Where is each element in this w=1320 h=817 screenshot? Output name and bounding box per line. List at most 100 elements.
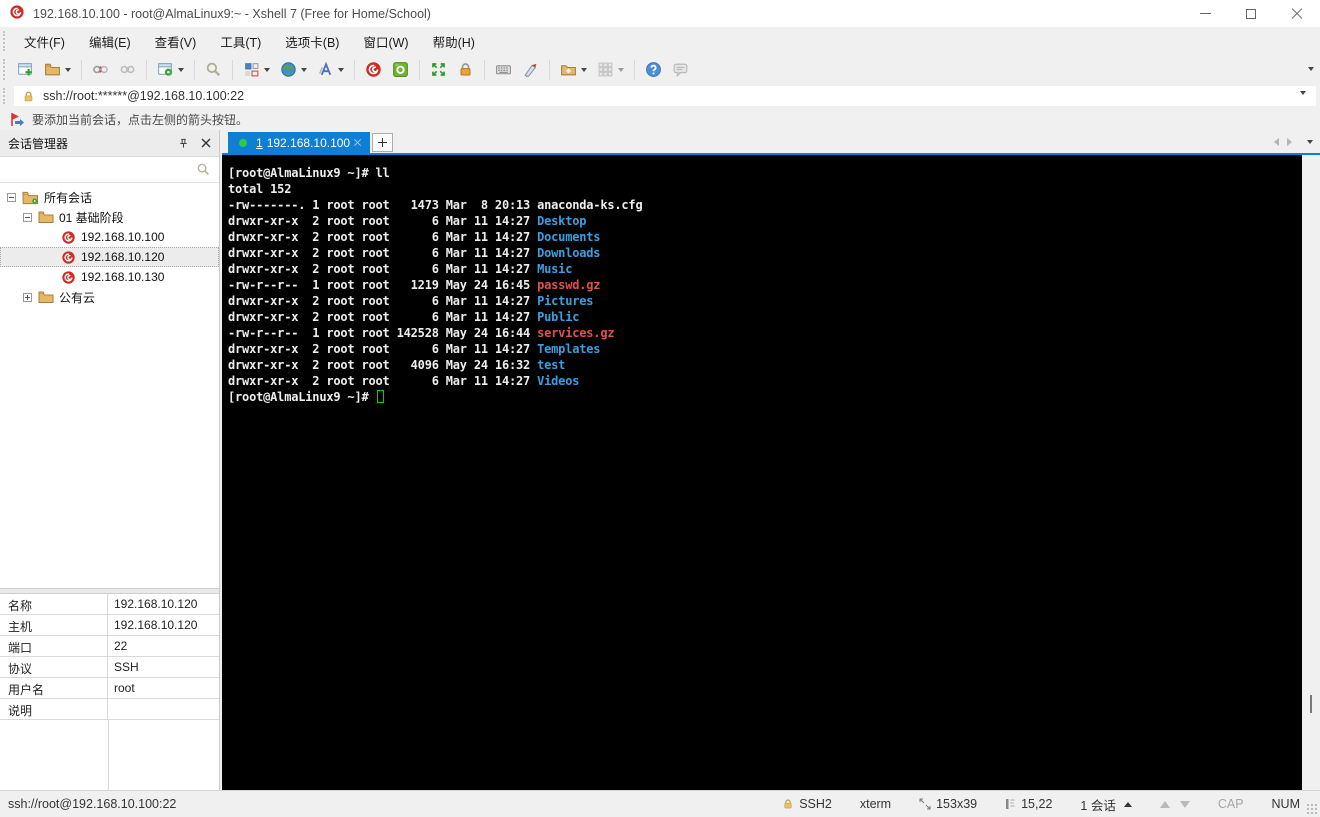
tree-item-session-130[interactable]: 192.168.10.130: [0, 267, 219, 287]
collapse-icon[interactable]: [23, 212, 32, 222]
menu-file[interactable]: 文件(F): [12, 28, 77, 55]
status-terminal-type[interactable]: xterm: [846, 797, 905, 811]
virtual-keyboard-button[interactable]: [492, 58, 515, 81]
encoding-button[interactable]: [277, 58, 310, 81]
session-manager-header: 会话管理器: [0, 130, 219, 157]
chat-bubble-icon: [673, 63, 688, 78]
hint-flag-icon: [11, 112, 24, 126]
close-panel-button[interactable]: [196, 133, 216, 153]
tab-close-icon[interactable]: [353, 138, 362, 147]
resize-icon: [919, 798, 931, 810]
connected-status-icon: [239, 138, 247, 147]
status-screen-size[interactable]: 153x39: [905, 797, 991, 811]
collapse-icon[interactable]: [7, 192, 16, 202]
compose-button[interactable]: [519, 58, 542, 81]
xshell-icon: [366, 62, 381, 77]
feedback-button[interactable]: [669, 58, 692, 81]
scroll-down-icon[interactable]: [1179, 800, 1190, 808]
toolbar-drag-handle[interactable]: [3, 88, 6, 104]
chevron-down-icon[interactable]: [581, 67, 587, 72]
menu-window[interactable]: 窗口(W): [351, 28, 420, 55]
scrollbar-thumb[interactable]: [1310, 695, 1312, 713]
tree-item-all-sessions[interactable]: 所有会话: [0, 187, 219, 207]
session-list-popup-icon[interactable]: [1123, 801, 1132, 807]
close-button[interactable]: [1274, 0, 1320, 27]
lock-screen-button[interactable]: [454, 58, 477, 81]
screen-grid-button[interactable]: [594, 58, 627, 81]
menu-edit[interactable]: 编辑(E): [77, 28, 143, 55]
font-button[interactable]: [314, 58, 347, 81]
terminal-line: drwxr-xr-x 2 root root 6 Mar 11 14:27 Vi…: [228, 374, 580, 388]
property-row: 用户名 root: [0, 678, 219, 699]
disconnect-button[interactable]: [89, 58, 112, 81]
tree-item-group-basic[interactable]: 01 基础阶段: [0, 207, 219, 227]
menu-tools[interactable]: 工具(T): [208, 28, 273, 55]
property-value: root: [114, 681, 135, 695]
toolbar-separator: [549, 59, 550, 80]
menu-tab[interactable]: 选项卡(B): [273, 28, 351, 55]
chevron-down-icon[interactable]: [338, 67, 344, 72]
directory-name: Downloads: [537, 246, 601, 260]
grid-divider: [108, 720, 109, 790]
toolbar-separator: [194, 59, 195, 80]
chevron-down-icon[interactable]: [178, 67, 184, 72]
tab-bar: 1 192.168.10.100: [222, 130, 1320, 153]
expand-icon[interactable]: [23, 292, 32, 302]
find-button[interactable]: [202, 58, 225, 81]
tab-scroll-left-icon[interactable]: [1274, 138, 1279, 146]
menu-view[interactable]: 查看(V): [143, 28, 209, 55]
minimize-button[interactable]: [1182, 0, 1228, 27]
terminal-scrollbar[interactable]: [1302, 155, 1320, 790]
open-session-button[interactable]: [41, 58, 74, 81]
status-session-count[interactable]: 1 会话: [1066, 795, 1145, 814]
tab-session-active[interactable]: 1 192.168.10.100: [228, 132, 370, 153]
address-dropdown-icon[interactable]: [1300, 91, 1306, 95]
globe-icon: [281, 62, 296, 77]
chevron-down-icon[interactable]: [264, 67, 270, 72]
pin-panel-button[interactable]: [173, 133, 193, 153]
tree-item-session-100[interactable]: 192.168.10.100: [0, 227, 219, 247]
scroll-up-icon[interactable]: [1159, 800, 1170, 808]
maximize-button[interactable]: [1228, 0, 1274, 27]
tree-item-label: 192.168.10.120: [81, 250, 165, 264]
help-button[interactable]: [642, 58, 665, 81]
reconnect-button[interactable]: [116, 58, 139, 81]
session-properties-button[interactable]: [154, 58, 187, 81]
terminal-line: drwxr-xr-x 2 root root 6 Mar 11 14:27 Do…: [228, 246, 601, 260]
address-input[interactable]: ssh://root:******@192.168.10.100:22: [14, 86, 1316, 106]
session-properties-grid: 名称 192.168.10.120 主机 192.168.10.120 端口 2…: [0, 594, 219, 790]
tree-item-group-cloud[interactable]: 公有云: [0, 287, 219, 307]
new-session-button[interactable]: [14, 58, 37, 81]
menu-help[interactable]: 帮助(H): [421, 28, 487, 55]
tree-item-session-120[interactable]: 192.168.10.120: [0, 247, 219, 267]
tree-item-label: 192.168.10.100: [81, 230, 165, 244]
fullscreen-button[interactable]: [427, 58, 450, 81]
new-tab-button[interactable]: [372, 133, 393, 152]
chevron-down-icon[interactable]: [618, 67, 624, 72]
terminal-line: [root@AlmaLinux9 ~]# ll: [228, 166, 390, 180]
toolbar-overflow-icon[interactable]: [1308, 67, 1314, 71]
terminal-line: total 152: [228, 182, 292, 196]
tab-label: 192.168.10.100: [266, 135, 351, 150]
new-session-icon: [18, 63, 32, 76]
tree-item-label: 01 基础阶段: [59, 210, 124, 225]
session-search-input[interactable]: [0, 157, 219, 183]
chevron-down-icon[interactable]: [301, 67, 307, 72]
tab-list-dropdown-icon[interactable]: [1307, 140, 1313, 144]
terminal-screen[interactable]: [root@AlmaLinux9 ~]# ll total 152 -rw---…: [222, 155, 1302, 790]
new-file-button[interactable]: [557, 58, 590, 81]
tree-item-label: 所有会话: [44, 190, 93, 205]
window-resize-grip[interactable]: [1306, 803, 1318, 815]
layout-button[interactable]: [240, 58, 273, 81]
status-cursor-position[interactable]: 15,22: [991, 797, 1066, 811]
toolbar-drag-handle[interactable]: [3, 31, 6, 51]
tab-scroll-right-icon[interactable]: [1287, 138, 1292, 146]
property-row: 端口 22: [0, 636, 219, 657]
toolbar-drag-handle[interactable]: [3, 59, 6, 80]
session-manager-panel: 会话管理器 所有会话 01 基础阶段 192.168.10.100 192.16…: [0, 130, 220, 790]
terminal-line: drwxr-xr-x 2 root root 6 Mar 11 14:27 Do…: [228, 230, 601, 244]
chevron-down-icon[interactable]: [65, 67, 71, 72]
terminal-line: drwxr-xr-x 2 root root 6 Mar 11 14:27 Pu…: [228, 310, 580, 324]
xshell-launch-button[interactable]: [362, 58, 385, 81]
xftp-launch-button[interactable]: [389, 58, 412, 81]
